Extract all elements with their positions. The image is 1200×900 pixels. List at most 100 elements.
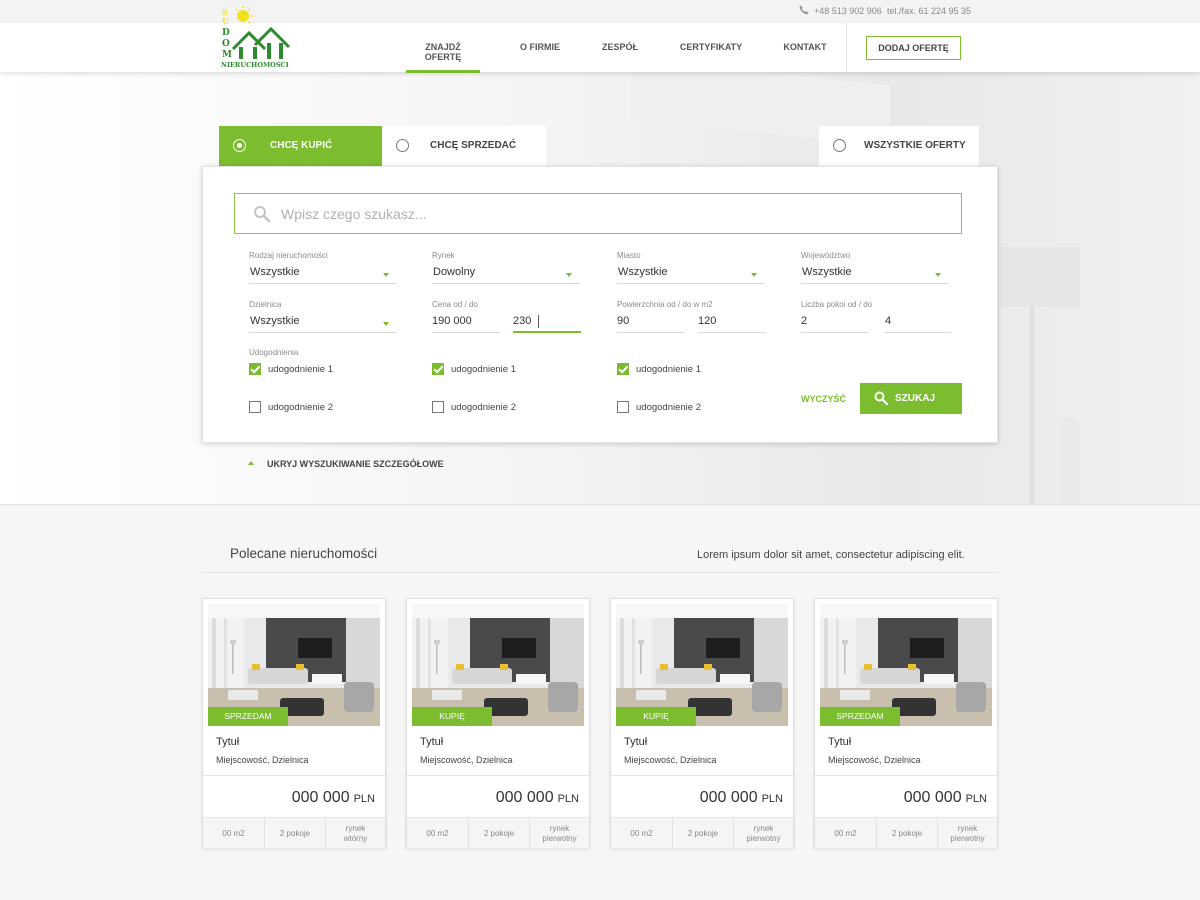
property-title: Tytuł: [420, 736, 444, 748]
province-select[interactable]: Wszystkie: [801, 264, 949, 284]
search-panel: Rodzaj nieruchomości Wszystkie Rynek Dow…: [202, 166, 998, 443]
clear-filters-link[interactable]: WYCZYŚĆ: [801, 394, 846, 404]
property-type-label: Rodzaj nieruchomości: [249, 251, 328, 260]
market-label: Rynek: [432, 251, 455, 260]
rooms-to-input[interactable]: 4: [885, 313, 951, 333]
province-label: Województwo: [801, 251, 851, 260]
nav-certificates[interactable]: CERTYFIKATY: [678, 42, 744, 72]
search-button[interactable]: SZUKAJ: [860, 383, 962, 414]
stat-area: 00 m2: [834, 828, 857, 838]
amenity-checkbox[interactable]: udogodnienie 2: [249, 401, 349, 415]
offer-type-badge: SPRZEDAM: [208, 707, 288, 726]
amenity-checkbox[interactable]: udogodnienie 1: [617, 363, 717, 377]
price-currency: PLN: [353, 793, 375, 805]
tab-all-offers[interactable]: WSZYSTKIE OFERTY: [819, 126, 979, 166]
amenity-label: udogodnienie 2: [451, 402, 516, 413]
amenity-label: udogodnienie 2: [636, 402, 701, 413]
amenity-checkbox[interactable]: udogodnienie 2: [617, 401, 717, 415]
property-price: 000 000 PLN: [904, 789, 987, 807]
price-value: 000 000: [291, 789, 350, 806]
svg-text:NIERUCHOMOŚCI: NIERUCHOMOŚCI: [221, 60, 289, 69]
tab-sell-label: CHCĘ SPRZEDAĆ: [430, 140, 517, 151]
nav-contact[interactable]: KONTAKT: [780, 42, 830, 72]
amenity-checkbox[interactable]: udogodnienie 2: [432, 401, 532, 415]
area-to-input[interactable]: 120: [698, 313, 766, 333]
svg-text:O: O: [222, 39, 230, 49]
nav-team[interactable]: ZESPÓŁ: [598, 42, 642, 72]
offer-type-badge: KUPIĘ: [616, 707, 696, 726]
price-value: 000 000: [903, 789, 962, 806]
stat-rooms: 2 pokoje: [264, 818, 325, 849]
nav-about[interactable]: O FIRMIE: [516, 42, 564, 72]
rooms-from-input[interactable]: 2: [801, 313, 869, 333]
amenity-label: udogodnienie 2: [268, 402, 333, 413]
chevron-down-icon: [566, 273, 572, 277]
tab-sell[interactable]: CHCĘ SPRZEDAĆ: [382, 126, 546, 166]
search-icon: [254, 206, 271, 223]
price-from-input[interactable]: 190 000: [432, 313, 500, 333]
logo[interactable]: S U D O M NIERUCHOMOŚCI: [219, 5, 294, 69]
city-select[interactable]: Wszystkie: [617, 264, 765, 284]
toggle-advanced-label: UKRYJ WYSZUKIWANIE SZCZEGÓŁOWE: [267, 459, 444, 469]
offer-type-badge: SPRZEDAM: [820, 707, 900, 726]
amenity-label: udogodnienie 1: [636, 364, 701, 375]
stat-rooms: 2 pokoje: [876, 818, 937, 849]
tab-buy[interactable]: CHCĘ KUPIĆ: [219, 126, 382, 172]
svg-text:M: M: [222, 50, 232, 60]
market-select[interactable]: Dowolny: [432, 264, 580, 284]
property-type-value: Wszystkie: [250, 266, 300, 278]
price-to-input[interactable]: 230: [513, 313, 581, 333]
header: ZNAJDŹ OFERTĘ O FIRMIE ZESPÓŁ CERTYFIKAT…: [0, 23, 1200, 73]
chevron-down-icon: [935, 273, 941, 277]
property-card[interactable]: KUPIĘ Tytuł Miejscowość, Dzielnica 000 0…: [406, 598, 590, 849]
property-location: Miejscowość, Dzielnica: [216, 755, 309, 765]
search-box: [234, 193, 962, 234]
property-title: Tytuł: [828, 736, 852, 748]
area-from-input[interactable]: 90: [617, 313, 685, 333]
stat-area: 00 m2: [426, 828, 449, 838]
chevron-down-icon: [751, 273, 757, 277]
price-currency: PLN: [557, 793, 579, 805]
province-value: Wszystkie: [802, 266, 852, 278]
stat-market: rynek pierwotny: [529, 818, 589, 849]
rooms-from-value: 2: [801, 315, 808, 327]
card-divider: [611, 775, 793, 776]
hero-vase-decor: [1060, 417, 1080, 505]
top-contact-bar: +48 513 902 906 tel./fax. 61 224 95 35: [0, 0, 1200, 23]
price-label: Cena od / do: [432, 300, 478, 309]
text-cursor: [538, 315, 539, 328]
nav-find-offer[interactable]: ZNAJDŹ OFERTĘ: [406, 42, 480, 73]
property-stats: 00 m2 2 pokoje rynek pierwotny: [815, 817, 997, 849]
amenity-label: udogodnienie 1: [268, 364, 333, 375]
property-stats: 00 m2 2 pokoje rynek pierwotny: [611, 817, 793, 849]
radio-empty-icon: [396, 139, 409, 152]
property-type-select[interactable]: Wszystkie: [249, 264, 397, 284]
tab-all-offers-label: WSZYSTKIE OFERTY: [864, 140, 966, 151]
amenity-checkbox[interactable]: udogodnienie 1: [249, 363, 349, 377]
phone-number: +48 513 902 906: [814, 6, 882, 16]
checkbox-checked-icon: [249, 363, 261, 375]
search-button-label: SZUKAJ: [895, 393, 936, 404]
svg-text:D: D: [222, 28, 230, 38]
stat-market: rynek pierwotny: [733, 818, 793, 849]
add-offer-button[interactable]: DODAJ OFERTĘ: [866, 36, 961, 60]
property-location: Miejscowość, Dzielnica: [624, 755, 717, 765]
district-label: Dzielnica: [249, 300, 282, 309]
district-select[interactable]: Wszystkie: [249, 313, 397, 333]
market-value: Dowolny: [433, 266, 476, 278]
checkbox-checked-icon: [617, 363, 629, 375]
amenity-checkbox[interactable]: udogodnienie 1: [432, 363, 532, 377]
property-card[interactable]: SPRZEDAM Tytuł Miejscowość, Dzielnica 00…: [814, 598, 998, 849]
property-card[interactable]: KUPIĘ Tytuł Miejscowość, Dzielnica 000 0…: [610, 598, 794, 849]
stat-area: 00 m2: [222, 828, 245, 838]
checkbox-empty-icon: [249, 401, 261, 413]
area-to-value: 120: [698, 315, 717, 327]
tab-buy-label: CHCĘ KUPIĆ: [270, 140, 333, 151]
card-divider: [815, 775, 997, 776]
property-location: Miejscowość, Dzielnica: [420, 755, 513, 765]
property-title: Tytuł: [216, 736, 240, 748]
property-card[interactable]: SPRZEDAM Tytuł Miejscowość, Dzielnica 00…: [202, 598, 386, 849]
search-input[interactable]: [281, 202, 941, 226]
checkbox-checked-icon: [432, 363, 444, 375]
property-price: 000 000 PLN: [496, 789, 579, 807]
